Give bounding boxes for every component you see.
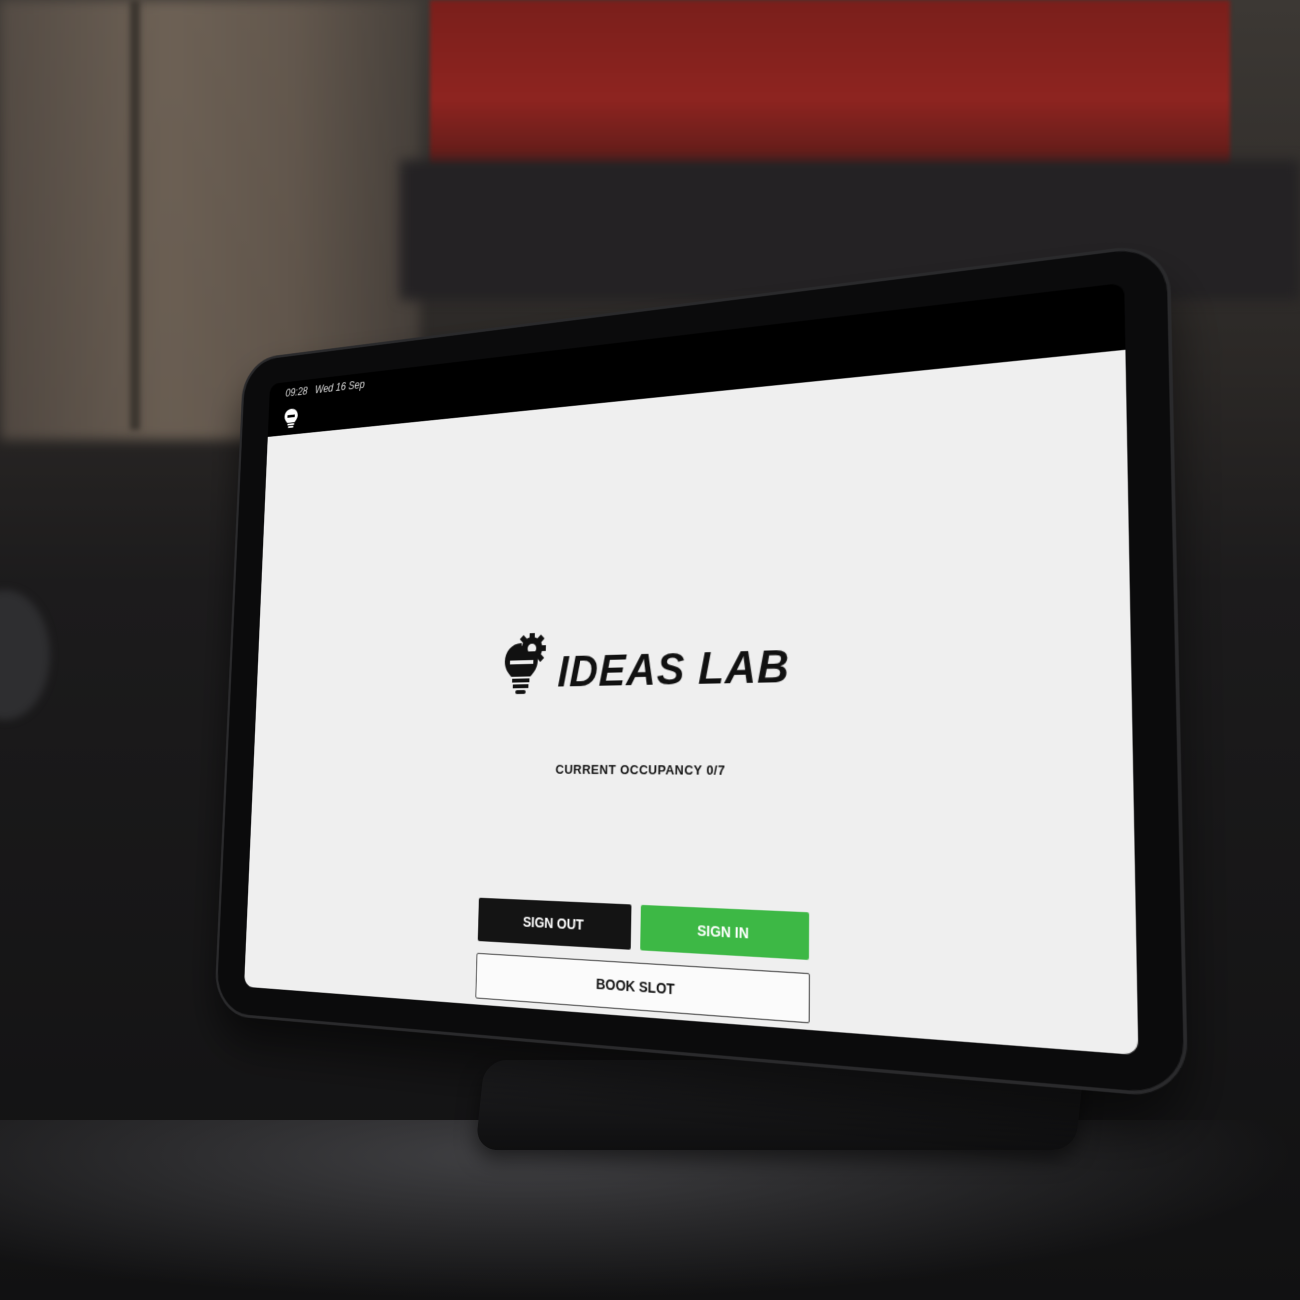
brand-name: IDEAS LAB — [557, 641, 791, 697]
photo-scene: 09:28 Wed 16 Sep IDEAS LAB CURRENT OCCUP… — [0, 0, 1300, 1300]
tablet-device: 09:28 Wed 16 Sep IDEAS LAB CURRENT OCCUP… — [216, 245, 1185, 1096]
brand-header: IDEAS LAB — [256, 610, 1131, 701]
status-time: 09:28 — [285, 384, 308, 400]
lightbulb-gear-icon — [504, 633, 546, 695]
background-object — [0, 590, 50, 720]
status-date: Wed 16 Sep — [314, 378, 365, 396]
sign-in-button[interactable]: SIGN IN — [640, 904, 810, 960]
main-content: IDEAS LAB CURRENT OCCUPANCY 0/7 SIGN OUT… — [244, 349, 1139, 1056]
background-red-sign — [430, 0, 1230, 165]
background-shelf-divider — [130, 0, 140, 430]
lightbulb-icon[interactable] — [283, 406, 300, 430]
sign-out-button[interactable]: SIGN OUT — [477, 897, 632, 950]
tablet-screen: 09:28 Wed 16 Sep IDEAS LAB CURRENT OCCUP… — [244, 282, 1139, 1056]
occupancy-label: CURRENT OCCUPANCY 0/7 — [555, 761, 726, 778]
